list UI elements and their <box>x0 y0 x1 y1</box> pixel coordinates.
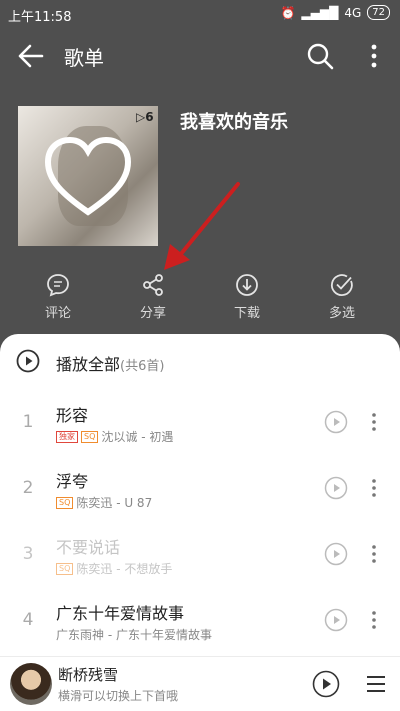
track-artist-album: 广东雨神 - 广东十年爱情故事 <box>56 628 212 642</box>
status-icons: ⏰ ▂▄▆█ 4G 72 <box>280 5 390 20</box>
signal-icon: ▂▄▆█ <box>301 5 339 20</box>
comment-icon <box>47 274 69 297</box>
back-arrow-icon[interactable] <box>16 42 46 70</box>
app-bar: 歌单 <box>0 36 400 76</box>
annotation-arrow <box>164 182 240 270</box>
search-icon[interactable] <box>306 42 334 70</box>
now-playing-title: 断桥残雪 <box>58 666 119 684</box>
playlist-header: 上午11:58 ⏰ ▂▄▆█ 4G 72 歌单 ▷6 我喜欢的音乐 评论 分享 … <box>0 0 400 350</box>
track-subtitle: 独家 SQ 沈以诚 - 初遇 <box>56 428 173 445</box>
comment-label: 评论 <box>44 306 71 321</box>
play-all-label: 播放全部(共6首) <box>56 351 164 375</box>
more-vertical-icon[interactable] <box>364 42 384 70</box>
track-title: 形容 <box>56 406 89 425</box>
play-video-icon[interactable] <box>324 410 348 434</box>
exclusive-badge: 独家 <box>56 430 78 443</box>
track-row[interactable]: 2 浮夸 SQ 陈奕迅 - U 87 <box>0 456 400 522</box>
track-number: 3 <box>22 544 34 564</box>
track-artist-album: 沈以诚 - 初遇 <box>101 430 174 444</box>
play-video-icon[interactable] <box>324 542 348 566</box>
track-row[interactable]: 3 不要说话 SQ 陈奕迅 - 不想放手 <box>0 522 400 588</box>
alarm-icon: ⏰ <box>280 5 296 20</box>
track-title: 浮夸 <box>56 472 89 491</box>
track-artist-album: 陈奕迅 - U 87 <box>76 496 153 510</box>
more-vertical-icon[interactable] <box>368 410 380 434</box>
track-title: 广东十年爱情故事 <box>56 604 185 623</box>
multiselect-icon <box>330 274 353 296</box>
playlist-name: 我喜欢的音乐 <box>180 112 288 133</box>
action-bar: 评论 分享 下载 多选 <box>0 270 400 330</box>
multiselect-button[interactable]: 多选 <box>312 270 372 326</box>
play-video-icon[interactable] <box>324 608 348 632</box>
status-bar: 上午11:58 ⏰ ▂▄▆█ 4G 72 <box>0 0 400 28</box>
play-all-text: 播放全部 <box>56 355 121 374</box>
track-list: 播放全部(共6首) 1 形容 独家 SQ 沈以诚 - 初遇 2 浮夸 SQ 陈奕… <box>0 334 400 656</box>
comment-button[interactable]: 评论 <box>28 270 88 326</box>
now-playing-hint: 横滑可以切换上下首哦 <box>58 689 179 703</box>
page-title: 歌单 <box>64 46 104 70</box>
play-all-button[interactable]: 播放全部(共6首) <box>0 334 400 390</box>
mini-player[interactable]: 断桥残雪 横滑可以切换上下首哦 <box>0 656 400 711</box>
playlist-cover[interactable]: ▷6 <box>18 106 158 246</box>
share-label: 分享 <box>139 306 166 321</box>
sq-badge: SQ <box>81 430 99 443</box>
more-vertical-icon[interactable] <box>368 476 380 500</box>
track-row[interactable]: 4 广东十年爱情故事 广东雨神 - 广东十年爱情故事 <box>0 588 400 654</box>
download-button[interactable]: 下载 <box>217 270 277 326</box>
network-type: 4G <box>344 5 362 20</box>
heart-icon <box>44 136 132 216</box>
play-count: ▷6 <box>136 110 154 124</box>
more-vertical-icon[interactable] <box>368 608 380 632</box>
track-subtitle: SQ 陈奕迅 - U 87 <box>56 494 152 511</box>
track-number: 2 <box>22 478 34 498</box>
more-vertical-icon[interactable] <box>368 542 380 566</box>
track-subtitle: SQ 陈奕迅 - 不想放手 <box>56 560 172 577</box>
track-number: 4 <box>22 610 34 630</box>
battery-icon: 72 <box>367 5 390 20</box>
playlist-queue-icon[interactable] <box>364 673 388 695</box>
play-count-value: 6 <box>145 110 154 124</box>
play-all-count: (共6首) <box>120 359 165 374</box>
track-title: 不要说话 <box>56 538 121 557</box>
track-subtitle: 广东雨神 - 广东十年爱情故事 <box>56 626 212 643</box>
share-icon <box>143 274 163 296</box>
album-art[interactable] <box>10 663 52 705</box>
sq-badge: SQ <box>56 496 74 509</box>
play-circle-icon <box>16 349 40 373</box>
track-number: 1 <box>22 412 34 432</box>
download-icon <box>236 274 258 296</box>
status-time: 上午11:58 <box>8 10 72 25</box>
sq-badge: SQ <box>56 562 74 575</box>
download-label: 下载 <box>233 306 260 321</box>
share-button[interactable]: 分享 <box>123 270 183 326</box>
track-row[interactable]: 1 形容 独家 SQ 沈以诚 - 初遇 <box>0 390 400 456</box>
play-video-icon[interactable] <box>324 476 348 500</box>
multiselect-label: 多选 <box>328 306 355 321</box>
track-artist-album: 陈奕迅 - 不想放手 <box>76 562 173 576</box>
play-icon[interactable] <box>312 670 340 698</box>
